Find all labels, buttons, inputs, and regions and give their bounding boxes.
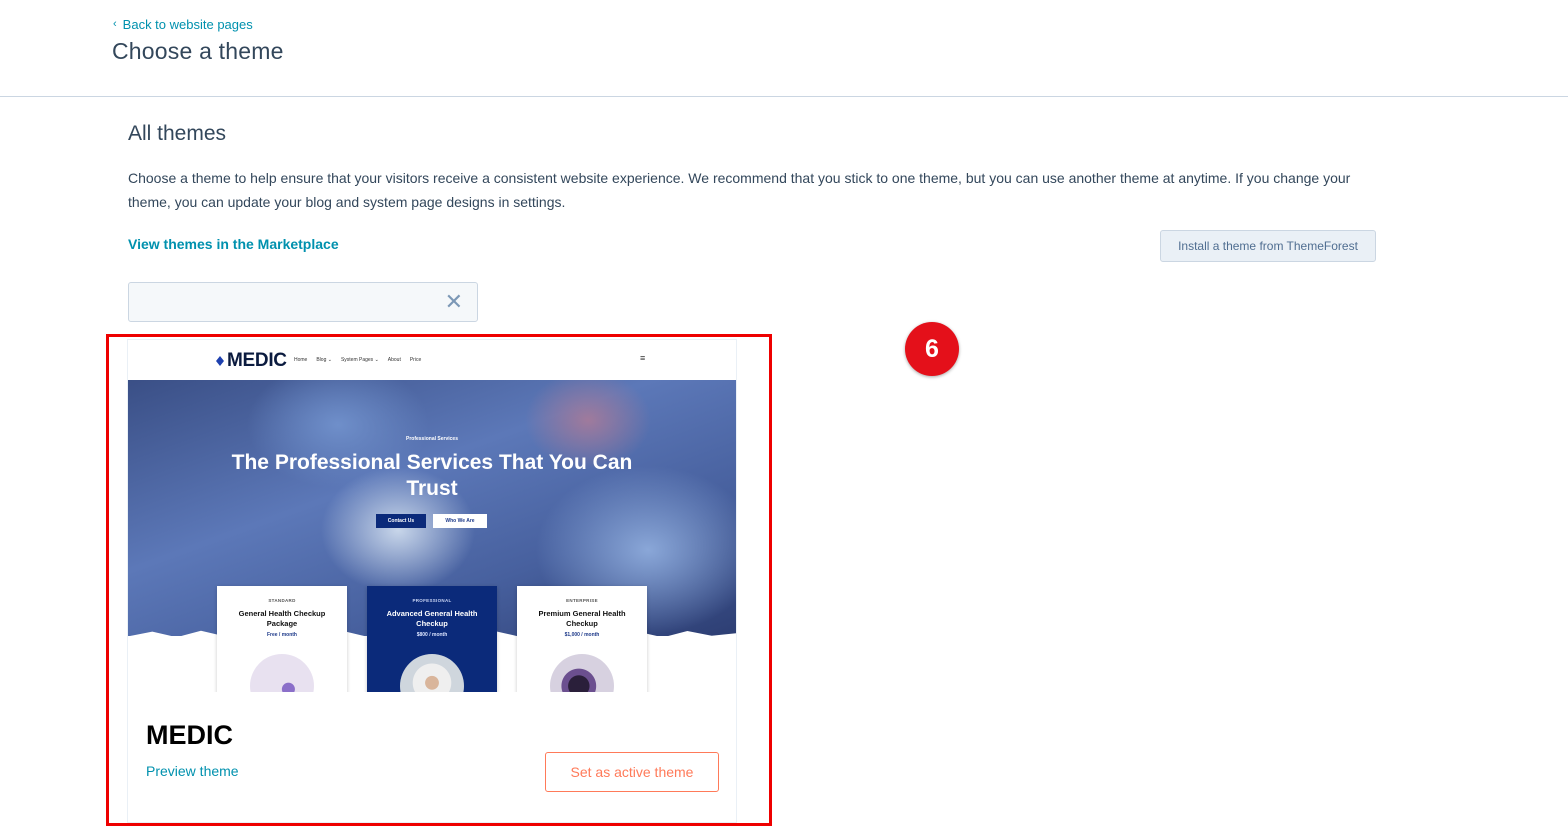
plan-price: $800 / month [416,632,448,638]
theme-card: MEDIC Home Blog ⌄ System Pages ⌄ About P… [128,340,736,822]
plan-price: $1,000 / month [564,632,600,638]
preview-menu-item: Home [294,357,308,363]
preview-menu-item: System Pages ⌄ [340,357,379,363]
preview-menu-item: Blog ⌄ [316,357,332,363]
plan-card: STANDARD General Health Checkup Package … [217,586,347,692]
plan-card: ENTERPRISE Premium General Health Checku… [517,586,647,692]
hero-contact-button: Contact Us [376,514,426,528]
set-active-theme-button[interactable]: Set as active theme [545,752,719,792]
section-description: Choose a theme to help ensure that your … [128,170,1351,210]
page-title: Choose a theme [112,38,284,64]
hero-who-button: Who We Are [433,514,487,528]
close-icon[interactable]: ✕ [445,289,463,315]
page-header: ‹ Back to website pages Choose a theme [0,0,1568,97]
preview-theme-link[interactable]: Preview theme [146,763,239,779]
plan-card: PROFESSIONAL Advanced General Health Che… [367,586,497,692]
plan-name: Premium General Health Checkup [538,609,626,628]
plan-name: General Health Checkup Package [238,609,326,628]
hamburger-icon: ≡ [640,353,646,363]
hero-title: The Professional Services That You Can T… [231,451,633,500]
plan-tier: ENTERPRISE [566,598,598,603]
section-title: All themes [128,122,227,145]
preview-menu-item: About [387,357,401,363]
step-number-badge: 6 [905,322,959,376]
theme-preview-image: MEDIC Home Blog ⌄ System Pages ⌄ About P… [128,340,736,692]
preview-menu: Home Blog ⌄ System Pages ⌄ About Price [294,357,421,363]
back-link-label: Back to website pages [122,17,253,32]
plan-price: Free / month [266,632,297,638]
marketplace-link[interactable]: View themes in the Marketplace [128,236,339,252]
back-link[interactable]: ‹ Back to website pages [113,17,253,32]
theme-name: MEDIC [146,720,233,750]
logo-diamond-icon [216,356,224,366]
search-input[interactable]: ✕ [128,282,478,322]
plan-tier: PROFESSIONAL [412,598,452,603]
install-themeforest-button[interactable]: Install a theme from ThemeForest [1160,230,1376,262]
preview-menu-item: Price [409,357,422,363]
preview-logo-text: MEDIC [227,350,287,371]
preview-nav: MEDIC Home Blog ⌄ System Pages ⌄ About P… [128,340,736,380]
plan-name: Advanced General Health Checkup [386,609,478,628]
chevron-left-icon: ‹ [113,17,117,30]
plan-avatar [400,654,464,692]
plan-tier: STANDARD [268,598,296,603]
hero-eyebrow: Professional Services [406,436,458,442]
preview-logo: MEDIC [216,350,287,372]
plan-avatar [250,654,314,692]
plan-avatar [550,654,614,692]
